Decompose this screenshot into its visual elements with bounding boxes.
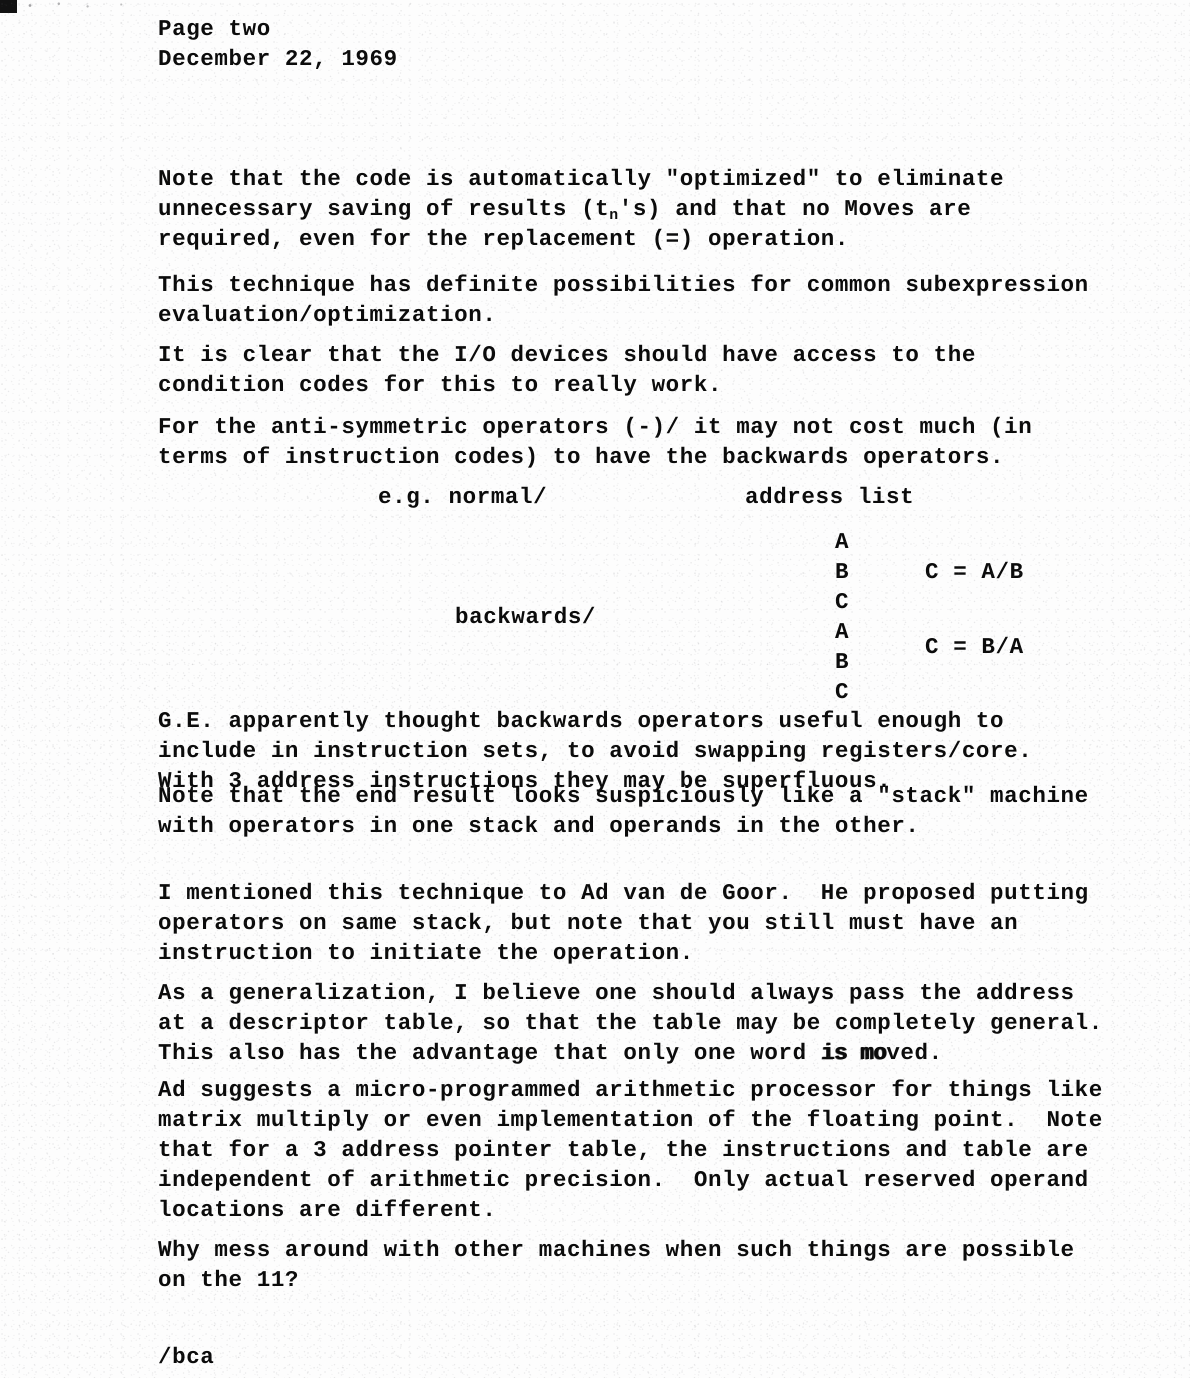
para-line: Note that the code is automatically "opt… — [158, 166, 1005, 192]
scanned-document-page: Page two December 22, 1969 Note that the… — [0, 0, 1190, 1378]
example-label-normal: e.g. normal/ — [378, 484, 548, 510]
paragraph-micro-programmed-processor: Ad suggests a micro-programmed arithmeti… — [158, 1077, 1103, 1223]
para-line: As a generalization, I believe one shoul… — [158, 980, 1075, 1006]
paragraph-generalization-descriptor: As a generalization, I believe one shoul… — [158, 978, 1103, 1068]
scan-corner-artifact — [0, 0, 17, 13]
example-header-address-list: address list — [745, 484, 915, 510]
example-result-backwards: C = B/A — [925, 634, 1024, 660]
example-result-normal: C = A/B — [925, 559, 1024, 585]
paragraph-antisymmetric-operators: For the anti-symmetric operators (-)/ it… — [158, 414, 1033, 470]
typist-initials: /bca — [158, 1344, 215, 1370]
paragraph-optimized-code: Note that the code is automatically "opt… — [158, 164, 1004, 254]
page-header: Page two December 22, 1969 — [158, 14, 398, 74]
subscript-n: n — [609, 208, 619, 225]
typewriter-overstrike-text: is mo — [820, 1040, 887, 1066]
paragraph-subexpression: This technique has definite possibilitie… — [158, 272, 1089, 328]
scan-edge-smudge — [18, 1, 138, 10]
paragraph-closing-question: Why mess around with other machines when… — [158, 1237, 1075, 1293]
para-line-part: unnecessary saving of results (t — [158, 196, 610, 222]
para-line-part: This also has the advantage that only on… — [158, 1040, 821, 1066]
para-line: required, even for the replacement (=) o… — [158, 226, 850, 252]
memo-date: December 22, 1969 — [158, 46, 398, 72]
para-line-part: ved. — [886, 1040, 943, 1066]
paragraph-stack-machine: Note that the end result looks suspiciou… — [158, 783, 1089, 839]
example-label-backwards: backwards/ — [455, 604, 597, 630]
page-label: Page two — [158, 16, 271, 42]
para-line: at a descriptor table, so that the table… — [158, 1010, 1103, 1036]
paragraph-io-condition-codes: It is clear that the I/O devices should … — [158, 342, 976, 398]
para-line-part: 's) and that no Moves are — [618, 196, 972, 222]
example-address-list-column: A B C A B C — [835, 529, 850, 705]
paragraph-van-de-goor: I mentioned this technique to Ad van de … — [158, 880, 1089, 966]
